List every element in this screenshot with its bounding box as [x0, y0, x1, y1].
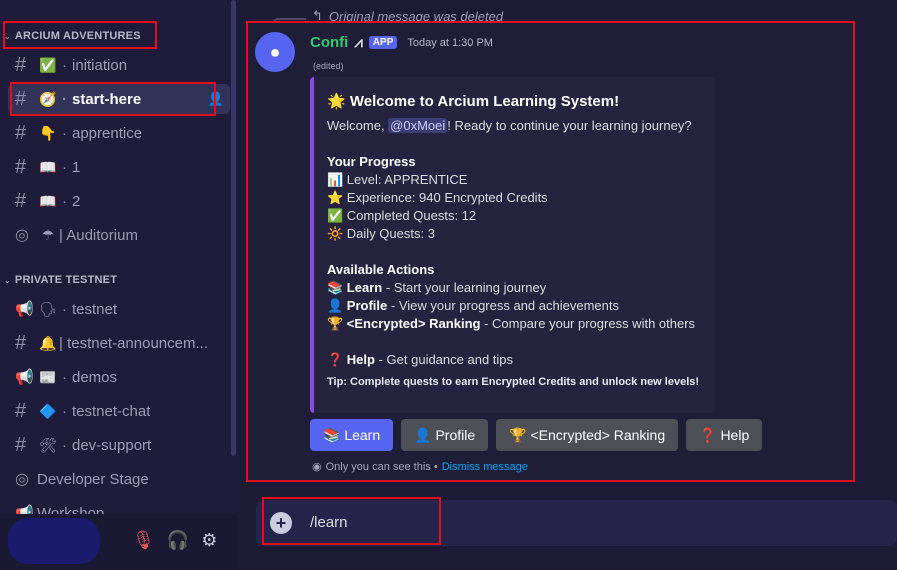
- bell-emoji-icon: 🔔: [39, 334, 57, 351]
- check-emoji-icon: ✅: [39, 56, 57, 73]
- gear-icon[interactable]: ⚙: [201, 530, 217, 551]
- timestamp: Today at 1:30 PM: [407, 36, 493, 49]
- dismiss-link[interactable]: Dismiss message: [442, 461, 528, 473]
- message-input[interactable]: /learn: [310, 514, 348, 531]
- diamond-emoji-icon: 🔷: [39, 402, 57, 419]
- speaking-head-emoji-icon: 🗣: [39, 300, 57, 317]
- channel-sidebar: ⌄ ARCIUM ADVENTURES # ✅ · initiation # 🧭…: [0, 0, 238, 570]
- profile-button[interactable]: 👤 Profile: [401, 419, 489, 451]
- hash-icon: #: [15, 331, 27, 354]
- newspaper-emoji-icon: 📰: [39, 368, 57, 385]
- channel-testnet[interactable]: 📢 🗣 · testnet: [8, 294, 230, 324]
- channel-demos[interactable]: 📢 📰 · demos: [8, 362, 230, 392]
- tools-emoji-icon: 🛠: [39, 436, 57, 453]
- tip-text: Tip: Complete quests to earn Encrypted C…: [327, 376, 700, 388]
- add-attachment-icon[interactable]: +: [270, 512, 292, 534]
- hash-icon: #: [15, 53, 27, 76]
- sidebar-scrollbar[interactable]: [231, 0, 236, 456]
- arcium-logo-icon: ⩘: [354, 34, 363, 51]
- welcome-line: Welcome, @0xMoei! Ready to continue your…: [327, 118, 692, 133]
- ranking-line: 🏆 <Encrypted> Ranking - Compare your pro…: [327, 316, 696, 331]
- channel-label: initiation: [72, 56, 128, 74]
- quests-line: ✅ Completed Quests: 12: [327, 208, 477, 223]
- channel-testnet-announcements[interactable]: # 🔔 | testnet-announcem...: [8, 328, 230, 358]
- channel-label: start-here: [72, 90, 142, 108]
- message-input-bar[interactable]: [256, 500, 897, 546]
- channel-label: testnet-chat: [72, 402, 151, 420]
- discord-app: ⌄ ARCIUM ADVENTURES # ✅ · initiation # 🧭…: [0, 0, 897, 570]
- book-emoji-icon: 📖: [39, 192, 57, 209]
- experience-line: ⭐ Experience: 940 Encrypted Credits: [327, 190, 548, 205]
- help-line: ❓ Help - Get guidance and tips: [327, 352, 514, 367]
- discord-logo-icon[interactable]: ●: [255, 32, 295, 72]
- user-controls: 🎙 🎧 ⚙: [132, 530, 217, 551]
- channel-label: testnet: [72, 300, 118, 318]
- compass-emoji-icon: 🧭: [39, 90, 57, 107]
- ranking-button[interactable]: 🏆 <Encrypted> Ranking: [496, 419, 679, 451]
- channel-auditorium[interactable]: ◎ ☂ | Auditorium: [8, 220, 230, 250]
- profile-line: 👤 Profile - View your progress and achie…: [327, 298, 619, 313]
- message-header: Confi ⩘ APP Today at 1:30 PM: [310, 34, 493, 51]
- umbrella-emoji-icon: ☂: [41, 226, 55, 243]
- avatar[interactable]: [8, 518, 100, 564]
- edited-label: (edited): [313, 61, 344, 71]
- channel-dev-support[interactable]: # 🛠 · dev-support: [8, 430, 230, 460]
- category-label: PRIVATE TESTNET: [14, 274, 118, 286]
- channel-label: | Auditorium: [59, 226, 138, 244]
- microphone-muted-icon[interactable]: 🎙: [132, 530, 155, 551]
- hash-icon: #: [15, 189, 27, 212]
- category-arcium-adventures[interactable]: ⌄ ARCIUM ADVENTURES: [4, 30, 141, 42]
- channel-initiation[interactable]: # ✅ · initiation: [8, 50, 230, 80]
- channel-label: 2: [72, 192, 81, 210]
- channel-1[interactable]: # 📖 · 1: [8, 152, 230, 182]
- chevron-down-icon: ⌄: [4, 31, 11, 41]
- channel-label: Developer Stage: [37, 470, 149, 488]
- learn-line: 📚 Learn - Start your learning journey: [327, 280, 547, 295]
- point-down-emoji-icon: 👇: [39, 124, 57, 141]
- channel-apprentice[interactable]: # 👇 · apprentice: [8, 118, 230, 148]
- hash-icon: #: [15, 433, 27, 456]
- channel-label: apprentice: [72, 124, 143, 142]
- hash-icon: #: [15, 121, 27, 144]
- embed-card: 🌟 Welcome to Arcium Learning System! Wel…: [310, 77, 715, 413]
- learn-button[interactable]: 📚 Learn: [310, 419, 394, 451]
- action-buttons: 📚 Learn 👤 Profile 🏆 <Encrypted> Ranking …: [310, 419, 763, 451]
- level-line: 📊 Level: APPRENTICE: [327, 172, 468, 187]
- author-name[interactable]: Confi: [310, 34, 348, 51]
- channel-2[interactable]: # 📖 · 2: [8, 186, 230, 216]
- channel-label: demos: [72, 368, 118, 386]
- hash-icon: #: [15, 87, 27, 110]
- progress-heading: Your Progress: [327, 154, 416, 169]
- announcement-icon: 📢: [15, 369, 34, 386]
- actions-heading: Available Actions: [327, 262, 435, 277]
- channel-label: dev-support: [72, 436, 152, 454]
- hash-icon: #: [15, 155, 27, 178]
- channel-start-here[interactable]: # 🧭 · start-here 👤: [8, 84, 230, 114]
- channel-developer-stage[interactable]: ◎ Developer Stage: [8, 464, 230, 494]
- hash-icon: #: [15, 399, 27, 422]
- ephemeral-notice: ◉ Only you can see this • Dismiss messag…: [312, 460, 528, 474]
- help-button[interactable]: ❓ Help: [686, 419, 763, 451]
- chevron-down-icon: ⌄: [4, 275, 11, 285]
- user-mention[interactable]: @0xMoei: [388, 118, 448, 133]
- embed-title: 🌟 Welcome to Arcium Learning System!: [327, 93, 620, 110]
- stage-icon: ◎: [15, 471, 29, 488]
- book-emoji-icon: 📖: [39, 158, 57, 175]
- channel-label: 1: [72, 158, 81, 176]
- channel-testnet-chat[interactable]: # 🔷 · testnet-chat: [8, 396, 230, 426]
- category-label: ARCIUM ADVENTURES: [14, 30, 141, 42]
- eye-icon: ◉: [312, 461, 322, 473]
- daily-line: 🔆 Daily Quests: 3: [327, 226, 435, 241]
- add-member-icon[interactable]: 👤: [208, 91, 224, 107]
- channel-label: | testnet-announcem...: [59, 334, 208, 352]
- app-badge: APP: [368, 36, 398, 49]
- category-private-testnet[interactable]: ⌄ PRIVATE TESTNET: [4, 274, 117, 286]
- stage-icon: ◎: [15, 227, 29, 244]
- announcement-icon: 📢: [15, 301, 34, 318]
- headphones-icon[interactable]: 🎧: [167, 530, 189, 551]
